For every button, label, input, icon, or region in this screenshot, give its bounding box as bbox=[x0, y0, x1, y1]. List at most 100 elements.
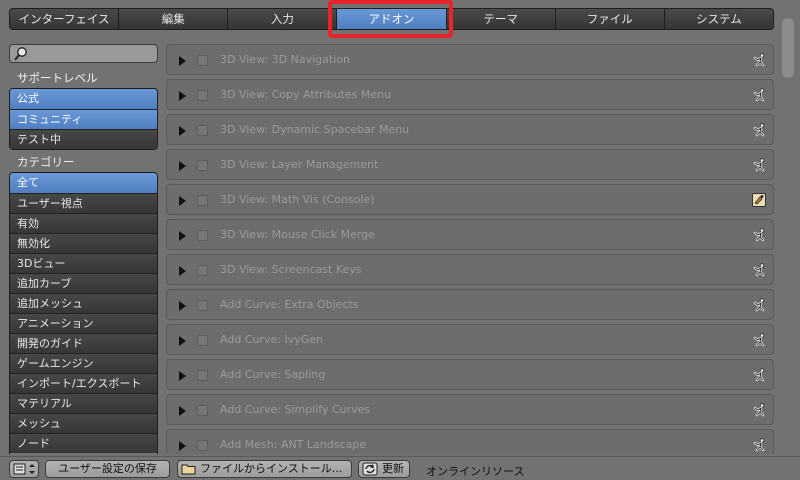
expand-triangle-icon[interactable] bbox=[179, 371, 186, 381]
tab-addons[interactable]: アドオン bbox=[336, 9, 446, 29]
save-user-settings-button[interactable]: ユーザー設定の保存 bbox=[45, 460, 170, 478]
community-icon bbox=[751, 87, 767, 103]
addon-enable-checkbox[interactable] bbox=[197, 90, 208, 101]
community-icon bbox=[751, 437, 767, 453]
expand-triangle-icon[interactable] bbox=[179, 301, 186, 311]
addon-enable-checkbox[interactable] bbox=[197, 160, 208, 171]
category-development[interactable]: 開発のガイド bbox=[10, 333, 157, 353]
category-node[interactable]: ノード bbox=[10, 433, 157, 453]
addon-row[interactable]: Add Curve: Sapling bbox=[166, 359, 774, 390]
category-add-mesh[interactable]: 追加メッシュ bbox=[10, 293, 157, 313]
support-level-group: 公式 コミュニティ テスト中 bbox=[9, 88, 158, 150]
category-material[interactable]: マテリアル bbox=[10, 393, 157, 413]
addon-row[interactable]: 3D View: Copy Attributes Menu bbox=[166, 79, 774, 110]
expand-triangle-icon[interactable] bbox=[179, 266, 186, 276]
expand-triangle-icon[interactable] bbox=[179, 231, 186, 241]
support-level-label: サポートレベル bbox=[17, 71, 98, 85]
support-level-testing[interactable]: テスト中 bbox=[10, 129, 157, 149]
addon-name: 3D View: Screencast Keys bbox=[220, 263, 362, 276]
tab-editing[interactable]: 編集 bbox=[118, 9, 228, 29]
addon-enable-checkbox[interactable] bbox=[197, 405, 208, 416]
refresh-label: 更新 bbox=[382, 462, 404, 475]
community-icon bbox=[751, 297, 767, 313]
expand-triangle-icon[interactable] bbox=[179, 441, 186, 451]
addon-row[interactable]: Add Curve: IvyGen bbox=[166, 324, 774, 355]
tab-input[interactable]: 入力 bbox=[227, 9, 337, 29]
addon-enable-checkbox[interactable] bbox=[197, 335, 208, 346]
category-3d-view[interactable]: 3Dビュー bbox=[10, 253, 157, 273]
tab-system[interactable]: システム bbox=[663, 9, 773, 29]
support-level-official[interactable]: 公式 bbox=[10, 89, 157, 109]
category-disabled[interactable]: 無効化 bbox=[10, 233, 157, 253]
addon-row[interactable]: 3D View: Mouse Click Merge bbox=[166, 219, 774, 250]
install-from-file-button[interactable]: ファイルからインストール... bbox=[177, 460, 352, 478]
expand-triangle-icon[interactable] bbox=[179, 126, 186, 136]
search-input[interactable] bbox=[9, 44, 158, 63]
addon-enable-checkbox[interactable] bbox=[197, 440, 208, 451]
addon-enable-checkbox[interactable] bbox=[197, 265, 208, 276]
community-icon bbox=[751, 262, 767, 278]
category-enabled[interactable]: 有効 bbox=[10, 213, 157, 233]
addon-row[interactable]: 3D View: Math Vis (Console) bbox=[166, 184, 774, 215]
scrollbar[interactable] bbox=[782, 10, 794, 450]
addon-row[interactable]: Add Curve: Simplify Curves bbox=[166, 394, 774, 425]
addon-list: 3D View: 3D Navigation 3D View: Copy Attr… bbox=[166, 44, 775, 454]
community-icon bbox=[751, 402, 767, 418]
addon-enable-checkbox[interactable] bbox=[197, 125, 208, 136]
addon-name: 3D View: Math Vis (Console) bbox=[220, 193, 375, 206]
community-icon bbox=[751, 157, 767, 173]
addon-name: Add Mesh: ANT Landscape bbox=[220, 438, 367, 451]
addon-enable-checkbox[interactable] bbox=[197, 370, 208, 381]
addon-name: 3D View: 3D Navigation bbox=[220, 53, 350, 66]
expand-triangle-icon[interactable] bbox=[179, 91, 186, 101]
expand-triangle-icon[interactable] bbox=[179, 56, 186, 66]
addon-name: 3D View: Dynamic Spacebar Menu bbox=[220, 123, 410, 136]
bottom-bar: ユーザー設定の保存 ファイルからインストール... 更新 オンラインリソース bbox=[0, 456, 800, 480]
category-group: 全て ユーザー視点 有効 無効化 3Dビュー 追加カーブ 追加メッシュ アニメー… bbox=[9, 172, 158, 454]
folder-icon bbox=[181, 462, 197, 480]
category-import-export[interactable]: インポート/エクスポート bbox=[10, 373, 157, 393]
editor-type-button[interactable] bbox=[9, 460, 39, 478]
addon-row[interactable]: 3D View: 3D Navigation bbox=[166, 44, 774, 75]
tab-file[interactable]: ファイル bbox=[554, 9, 664, 29]
category-game-engine[interactable]: ゲームエンジン bbox=[10, 353, 157, 373]
refresh-button[interactable]: 更新 bbox=[358, 460, 410, 478]
category-mesh[interactable]: メッシュ bbox=[10, 413, 157, 433]
addon-name: 3D View: Layer Management bbox=[220, 158, 379, 171]
expand-triangle-icon[interactable] bbox=[179, 336, 186, 346]
addon-row[interactable]: Add Curve: Extra Objects bbox=[166, 289, 774, 320]
category-user[interactable]: ユーザー視点 bbox=[10, 193, 157, 213]
tab-interface[interactable]: インターフェイス bbox=[10, 9, 119, 29]
expand-triangle-icon[interactable] bbox=[179, 406, 186, 416]
scroll-thumb[interactable] bbox=[782, 18, 794, 78]
addon-enable-checkbox[interactable] bbox=[197, 195, 208, 206]
addon-enable-checkbox[interactable] bbox=[197, 300, 208, 311]
category-all[interactable]: 全て bbox=[10, 173, 157, 193]
addon-enable-checkbox[interactable] bbox=[197, 230, 208, 241]
addon-row[interactable]: Add Mesh: ANT Landscape bbox=[166, 429, 774, 454]
addon-row[interactable]: 3D View: Dynamic Spacebar Menu bbox=[166, 114, 774, 145]
addon-name: 3D View: Mouse Click Merge bbox=[220, 228, 375, 241]
category-add-curve[interactable]: 追加カーブ bbox=[10, 273, 157, 293]
community-icon bbox=[751, 332, 767, 348]
install-from-file-label: ファイルからインストール... bbox=[200, 462, 343, 475]
expand-triangle-icon[interactable] bbox=[179, 161, 186, 171]
addon-row[interactable]: 3D View: Layer Management bbox=[166, 149, 774, 180]
addon-name: Add Curve: Sapling bbox=[220, 368, 326, 381]
addon-name: Add Curve: Extra Objects bbox=[220, 298, 359, 311]
refresh-icon bbox=[362, 462, 378, 480]
online-resources-link[interactable]: オンラインリソース bbox=[426, 463, 524, 479]
addon-enable-checkbox[interactable] bbox=[197, 55, 208, 66]
expand-triangle-icon[interactable] bbox=[179, 196, 186, 206]
addon-name: Add Curve: Simplify Curves bbox=[220, 403, 371, 416]
community-icon bbox=[751, 367, 767, 383]
category-animation[interactable]: アニメーション bbox=[10, 313, 157, 333]
category-label: カテゴリー bbox=[17, 155, 75, 169]
official-icon bbox=[751, 192, 767, 208]
preferences-tab-bar: インターフェイス 編集 入力 アドオン テーマ ファイル システム bbox=[9, 8, 774, 30]
tab-themes[interactable]: テーマ bbox=[445, 9, 555, 29]
preferences-editor-icon bbox=[13, 462, 37, 480]
addon-name: 3D View: Copy Attributes Menu bbox=[220, 88, 392, 101]
support-level-community[interactable]: コミュニティ bbox=[10, 109, 157, 129]
addon-row[interactable]: 3D View: Screencast Keys bbox=[166, 254, 774, 285]
